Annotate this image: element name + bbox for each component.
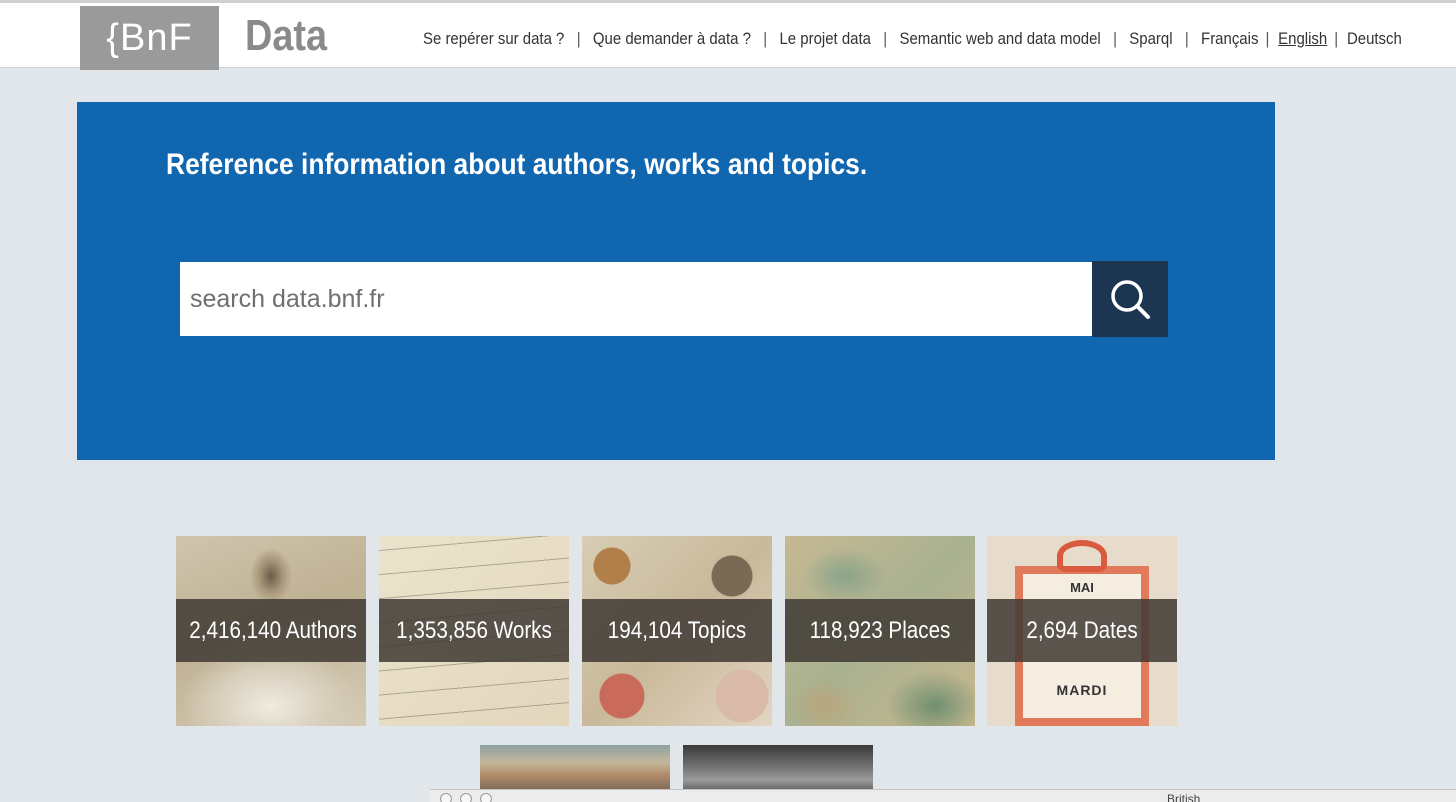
tile-works[interactable]: 1,353,856 Works (379, 536, 569, 726)
calendar-month: MAI (1070, 580, 1094, 595)
hero-title: Reference information about authors, wor… (166, 148, 868, 181)
nav-le-projet[interactable]: Le projet data (779, 29, 870, 49)
window-close-icon[interactable] (440, 793, 452, 802)
tile-thumbnail[interactable] (480, 745, 670, 795)
tile-label: 2,694 Dates (1026, 617, 1138, 644)
tile-label: 194,104 Topics (607, 617, 747, 644)
nav-separator: | (576, 29, 581, 48)
window-minimize-icon[interactable] (460, 793, 472, 802)
search-button[interactable] (1092, 261, 1168, 337)
nav-separator: | (883, 29, 888, 48)
nav-separator: | (1113, 29, 1117, 48)
lang-english[interactable]: English (1278, 29, 1327, 49)
tile-label: 1,353,856 Works (396, 617, 552, 644)
hero-banner: Reference information about authors, wor… (77, 102, 1275, 460)
tile-label: 118,923 Places (809, 617, 951, 644)
bnf-logo[interactable]: {BnF (80, 6, 219, 70)
tile-places[interactable]: 118,923 Places (785, 536, 975, 726)
tile-authors[interactable]: 2,416,140 Authors (176, 536, 366, 726)
tile-label: 2,416,140 Authors (189, 617, 357, 644)
tile-dates[interactable]: MAI MARDI 2,694 Dates (987, 536, 1177, 726)
nav-separator: | (763, 29, 768, 48)
calendar-day: MARDI (1056, 682, 1108, 698)
search-input[interactable] (180, 262, 1093, 336)
nav-semantic-web[interactable]: Semantic web and data model (899, 29, 1100, 49)
window-title: British (1167, 792, 1201, 802)
window-zoom-icon[interactable] (480, 793, 492, 802)
nav-se-reperer[interactable]: Se repérer sur data ? (423, 29, 564, 49)
logo-text: {BnF (106, 17, 193, 59)
search-icon (1111, 280, 1150, 319)
top-navigation: Se repérer sur data ? | Que demander à d… (423, 27, 1402, 51)
nav-separator: | (1184, 29, 1189, 48)
tile-thumbnail[interactable] (683, 745, 873, 795)
nav-sparql[interactable]: Sparql (1129, 29, 1172, 49)
tile-topics[interactable]: 194,104 Topics (582, 536, 772, 726)
lang-francais[interactable]: Français (1201, 29, 1258, 49)
data-logo-wordmark[interactable]: Data (245, 11, 327, 61)
lang-deutsch[interactable]: Deutsch (1347, 29, 1402, 49)
nav-que-demander[interactable]: Que demander à data ? (593, 29, 751, 49)
calendar-ornament (1057, 540, 1107, 572)
nav-separator: | (1265, 29, 1270, 48)
overlapping-window-titlebar: British (430, 789, 1456, 802)
site-header: {BnF Data Se repérer sur data ? | Que de… (0, 0, 1456, 70)
nav-separator: | (1334, 29, 1339, 48)
